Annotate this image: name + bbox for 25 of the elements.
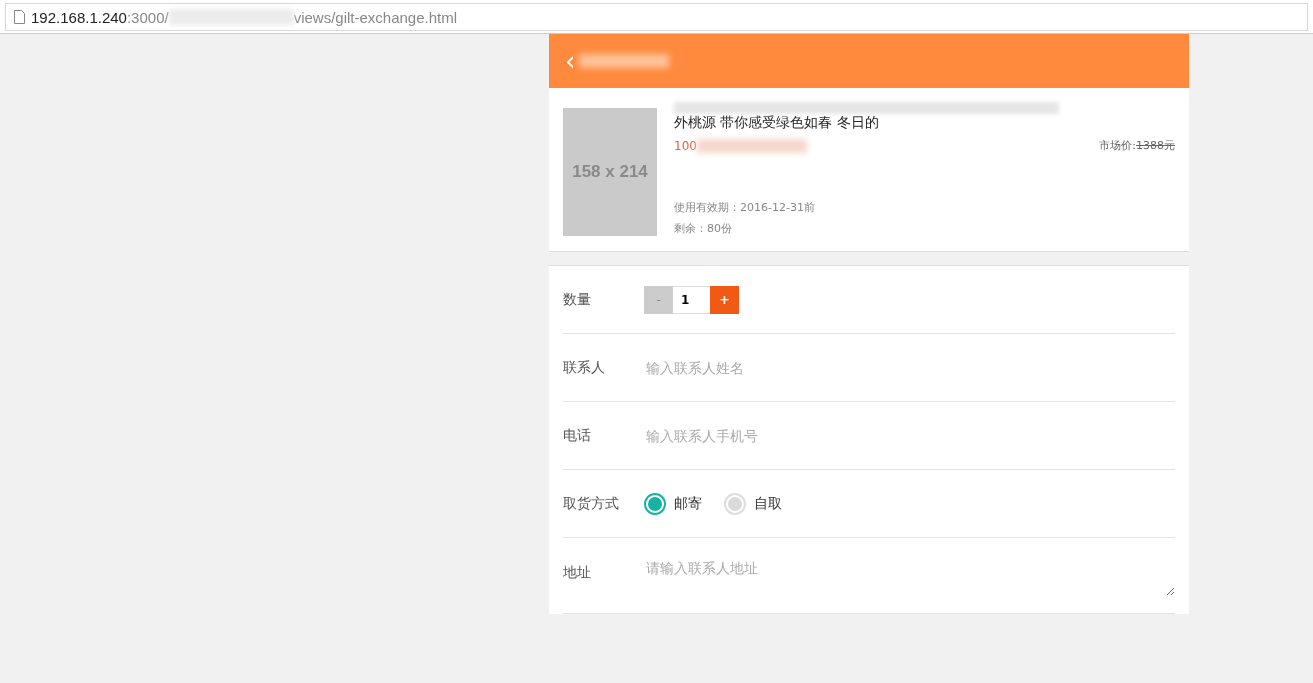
increment-button[interactable]: + [710,285,739,314]
field-label: 取货方式 [563,494,620,513]
remaining-text: 剩余：80份 [674,221,733,236]
quantity-field[interactable]: 1 [673,285,710,314]
field-label: 联系人 [563,358,606,377]
market-price: 1388元 [1136,139,1175,152]
decrement-button[interactable]: - [644,285,673,314]
field-label: 电话 [563,426,592,445]
image-size-label: 158 x 214 [572,162,648,182]
price: 100 [674,138,697,153]
url-host: 192.168.1.240 [31,8,127,26]
address-field[interactable]: 192.168.1.240:3000/ views/gilt-exchange.html [5,3,1308,31]
radio-button[interactable] [644,492,666,515]
field-label: 数量 [563,290,592,309]
page-icon [14,10,25,24]
product-title: 外桃源 带你感受绿色如春 冬日的 [674,114,1175,132]
address-field[interactable]: 请输入联系人地址 [644,558,1175,596]
back-button[interactable]: ‹ [565,48,576,74]
radio-label: 邮寄 [674,494,702,513]
url-port: :3000/ [126,8,169,26]
validity-text: 使用有效期：2016-12-31前 [674,200,816,215]
market-price-label: 市场价: [1099,139,1136,152]
field-label: 地址 [563,564,592,582]
url-path: views/gilt-exchange.html [293,8,458,26]
radio-label: 自取 [754,494,782,513]
